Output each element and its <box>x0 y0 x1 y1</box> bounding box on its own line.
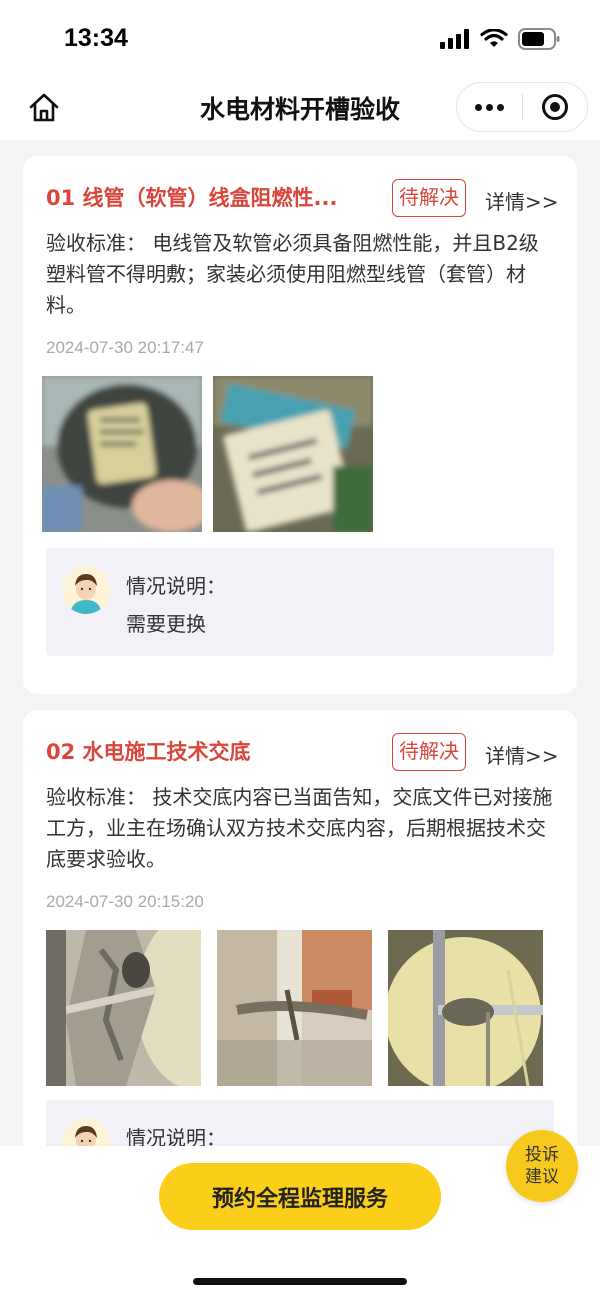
photo-thumbnail[interactable] <box>42 376 202 532</box>
note-text: 需要更换 <box>126 612 206 636</box>
avatar <box>62 566 110 614</box>
close-mini-program-button[interactable] <box>523 82 587 132</box>
status-bar: 13:34 <box>0 0 600 80</box>
nav-bar: 水电材料开槽验收 <box>0 80 600 140</box>
more-dots-icon <box>475 103 482 111</box>
note-label: 情况说明： <box>126 574 226 598</box>
card-title: 01 线管（软管）线盒阻燃性... <box>46 186 338 210</box>
feedback-button[interactable]: 投诉 建议 <box>506 1130 578 1202</box>
target-dot <box>549 102 560 112</box>
more-button[interactable] <box>457 82 522 132</box>
home-indicator <box>193 1278 407 1285</box>
photo-thumbnail[interactable] <box>217 930 372 1086</box>
situation-note: 情况说明： 需要更换 <box>46 548 554 656</box>
status-icons <box>440 28 560 50</box>
target-icon <box>541 94 568 120</box>
photo-thumbnail[interactable] <box>46 930 201 1086</box>
signal-icon <box>440 29 469 49</box>
inspection-card: 02 水电施工技术交底 待解决 详情>> 验收标准： 技术交底内容已当面告知，交… <box>23 710 577 1146</box>
photo-gallery <box>46 930 543 1086</box>
avatar-icon <box>62 1118 110 1146</box>
avatar-icon <box>62 566 110 614</box>
photo-thumbnail[interactable] <box>388 930 543 1086</box>
detail-link[interactable]: 详情>> <box>485 740 559 769</box>
status-time: 13:34 <box>64 24 128 52</box>
mini-program-capsule <box>456 82 588 132</box>
timestamp: 2024-07-30 20:15:20 <box>46 892 204 911</box>
note-label: 情况说明： <box>126 1126 226 1146</box>
book-supervision-button[interactable]: 预约全程监理服务 <box>159 1163 441 1230</box>
battery-icon <box>518 28 560 50</box>
more-dots-icon <box>497 103 504 111</box>
more-dots-icon <box>486 103 493 111</box>
photo-gallery <box>42 376 373 532</box>
wifi-icon <box>480 29 508 47</box>
inspection-list[interactable]: 01 线管（软管）线盒阻燃性... 待解决 详情>> 验收标准： 电线管及软管必… <box>0 140 600 1146</box>
inspection-card: 01 线管（软管）线盒阻燃性... 待解决 详情>> 验收标准： 电线管及软管必… <box>23 156 577 694</box>
status-badge: 待解决 <box>392 733 466 771</box>
feedback-label-line2: 建议 <box>525 1167 559 1187</box>
status-badge: 待解决 <box>392 179 466 217</box>
situation-note: 情况说明： <box>46 1100 554 1146</box>
acceptance-standard: 验收标准： 技术交底内容已当面告知，交底文件已对接施工方，业主在场确认双方技术交… <box>46 785 553 871</box>
card-title: 02 水电施工技术交底 <box>46 740 251 764</box>
avatar <box>62 1118 110 1146</box>
photo-thumbnail[interactable] <box>213 376 373 532</box>
acceptance-standard: 验收标准： 电线管及软管必须具备阻燃性能，并且B2级塑料管不得明敷；家装必须使用… <box>46 231 539 317</box>
detail-link[interactable]: 详情>> <box>485 186 559 215</box>
feedback-label-line1: 投诉 <box>525 1145 559 1165</box>
timestamp: 2024-07-30 20:17:47 <box>46 338 204 357</box>
